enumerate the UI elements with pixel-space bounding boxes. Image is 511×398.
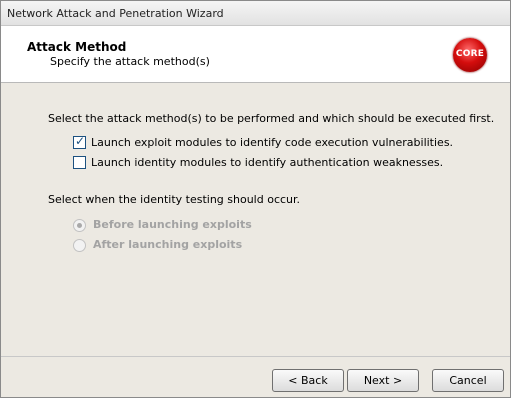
back-button[interactable]: < Back — [272, 369, 344, 392]
wizard-header: Attack Method Specify the attack method(… — [1, 26, 510, 83]
timing-prompt-text: Select when the identity testing should … — [48, 193, 301, 206]
page-title: Attack Method — [27, 40, 127, 54]
wizard-content: Select the attack method(s) to be perfor… — [1, 83, 510, 355]
exploit-modules-label[interactable]: Launch exploit modules to identify code … — [91, 136, 453, 149]
identity-modules-checkbox[interactable] — [73, 156, 86, 169]
after-exploits-radio[interactable] — [73, 239, 86, 252]
footer-separator — [1, 356, 510, 357]
instruction-text: Select the attack method(s) to be perfor… — [48, 112, 495, 125]
exploit-modules-checkbox[interactable]: ✓ — [73, 134, 86, 149]
core-logo-icon: CORE — [453, 38, 487, 72]
window-title: Network Attack and Penetration Wizard — [7, 7, 224, 20]
before-exploits-label[interactable]: Before launching exploits — [93, 218, 252, 231]
title-bar[interactable]: Network Attack and Penetration Wizard — [1, 1, 510, 26]
logo-text: CORE — [455, 49, 485, 59]
before-exploits-radio[interactable] — [73, 219, 86, 232]
checkmark-icon: ✓ — [75, 134, 86, 148]
next-button[interactable]: Next > — [347, 369, 419, 392]
page-subtitle: Specify the attack method(s) — [50, 55, 210, 68]
after-exploits-label[interactable]: After launching exploits — [93, 238, 242, 251]
wizard-window: Network Attack and Penetration Wizard At… — [0, 0, 511, 398]
radio-selected-dot — [77, 223, 82, 228]
identity-modules-label[interactable]: Launch identity modules to identify auth… — [91, 156, 443, 169]
cancel-button[interactable]: Cancel — [432, 369, 504, 392]
